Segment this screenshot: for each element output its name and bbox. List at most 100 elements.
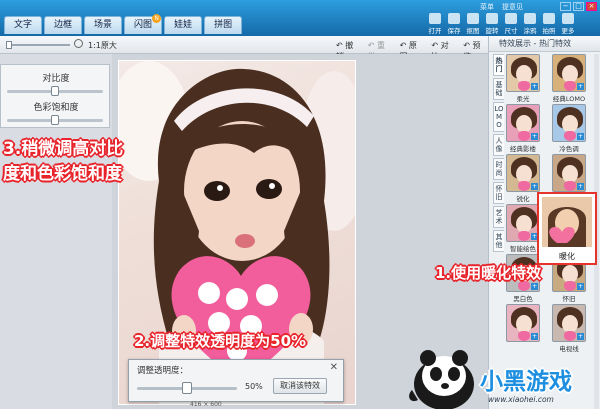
saturation-slider[interactable] — [7, 115, 103, 125]
effect-preview: + — [552, 104, 586, 142]
effect-label: 锐化 — [516, 195, 530, 203]
effect-category-tabs: 热门 基础 LOMO 人像 时尚 怀旧 艺术 其他 — [493, 54, 504, 254]
effect-label: 怀旧 — [562, 295, 576, 303]
effect-label: 柔光 — [516, 95, 530, 103]
effect-thumbnail[interactable]: + 柔光 — [506, 54, 540, 103]
top-links: 菜单 提意见 — [480, 2, 523, 12]
tool-0[interactable]: 打开 — [426, 13, 444, 35]
add-effect-icon[interactable]: + — [531, 133, 538, 140]
tab-2[interactable]: 场景 — [84, 16, 123, 34]
minimize-icon[interactable]: − — [560, 2, 571, 11]
tool-7[interactable]: 更多 — [559, 13, 577, 35]
category-tab-5[interactable]: 怀旧 — [493, 182, 504, 204]
tool-label: 旋转 — [485, 27, 499, 35]
tab-0[interactable]: 文字 — [4, 16, 43, 34]
effect-thumbnail[interactable]: + 锐化 — [506, 154, 540, 203]
annotation-step-3: 3.稍微调高对比度和色彩饱和度 — [3, 139, 124, 184]
camera-icon — [543, 13, 555, 24]
effect-preview: + — [506, 154, 540, 192]
effect-thumbnail[interactable]: + 经典LOMO — [552, 54, 586, 103]
add-effect-icon[interactable]: + — [577, 133, 584, 140]
more-icon — [562, 13, 574, 24]
logo-url: www.xiaohei.com — [488, 395, 554, 404]
tool-3[interactable]: 旋转 — [483, 13, 501, 35]
title-bar: 文字 边框 场景 闪图 N 娃娃 拼图 菜单 提意见 − □ × 打开 保存 抠图 旋转 尺寸 涂鸦拍… — [0, 0, 600, 36]
effect-preview: + — [552, 154, 586, 192]
category-tab-4[interactable]: 时尚 — [493, 158, 504, 180]
saturation-label: 色彩饱和度 — [33, 103, 79, 113]
dialog-close-icon[interactable]: ✕ — [330, 362, 338, 373]
warm-thumbnail-illustration — [548, 207, 586, 247]
contrast-slider-knob[interactable] — [51, 86, 59, 96]
add-effect-icon[interactable]: + — [531, 183, 538, 190]
effect-thumbnail[interactable]: + 经典影楼 — [506, 104, 540, 153]
tool-label: 抠图 — [466, 27, 480, 35]
tool-label: 打开 — [428, 27, 442, 35]
effect-thumbnail[interactable]: + — [552, 154, 586, 193]
tool-4[interactable]: 尺寸 — [502, 13, 520, 35]
tab-5[interactable]: 拼图 — [204, 16, 243, 34]
add-effect-icon[interactable]: + — [577, 83, 584, 90]
effect-preview: + — [552, 54, 586, 92]
logo-wordmark: 小黑游戏 — [480, 369, 572, 395]
zoom-slider[interactable] — [6, 41, 70, 49]
view-toolbar: 1:1原大 ↶ 撤销↶ 重做↶ 原图↶ 对比↶ 预览 — [0, 36, 488, 61]
effect-thumbnail[interactable]: + 智能绘色 — [506, 204, 540, 253]
transparency-slider-knob[interactable] — [182, 382, 192, 394]
effect-preview: + — [506, 104, 540, 142]
transparency-dialog: 调整透明度： ✕ 50% 取消该特效 — [128, 359, 344, 402]
add-effect-icon[interactable]: + — [577, 183, 584, 190]
transparency-label: 调整透明度： — [137, 366, 189, 376]
add-effect-icon[interactable]: + — [531, 83, 538, 90]
tool-5[interactable]: 涂鸦 — [521, 13, 539, 35]
tool-2[interactable]: 抠图 — [464, 13, 482, 35]
tab-label: 闪图 — [134, 20, 153, 30]
tool-label: 保存 — [447, 27, 461, 35]
cutout-icon — [467, 13, 479, 24]
category-tab-7[interactable]: 其他 — [493, 230, 504, 252]
compare-icon: ↶ — [431, 41, 441, 50]
tab-label: 文字 — [14, 20, 33, 30]
tool-1[interactable]: 保存 — [445, 13, 463, 35]
saturation-slider-knob[interactable] — [51, 115, 59, 125]
tab-1[interactable]: 边框 — [44, 16, 83, 34]
zoom-icon[interactable] — [74, 39, 83, 48]
effects-panel-header: 特效展示 - 热门特效 — [489, 36, 600, 52]
feedback-link[interactable]: 提意见 — [502, 2, 523, 12]
edited-photo[interactable] — [118, 60, 356, 405]
transparency-value: 50% — [245, 382, 263, 391]
tool-6[interactable]: 拍照 — [540, 13, 558, 35]
save-icon — [448, 13, 460, 24]
zoom-slider-knob[interactable] — [6, 41, 12, 49]
photo-illustration — [119, 61, 355, 404]
tab-4[interactable]: 娃娃 — [164, 16, 203, 34]
window-controls: − □ × — [560, 2, 597, 11]
new-badge: N — [152, 14, 162, 23]
effect-label: 冷色调 — [559, 145, 579, 153]
undo-icon: ↶ — [336, 41, 346, 50]
menu-link[interactable]: 菜单 — [480, 2, 494, 12]
category-tab-6[interactable]: 艺术 — [493, 206, 504, 228]
add-effect-icon[interactable]: + — [531, 283, 538, 290]
category-tab-1[interactable]: 基础 — [493, 78, 504, 100]
selected-effect-warm[interactable]: 暖化 — [537, 192, 597, 265]
add-effect-icon[interactable]: + — [577, 283, 584, 290]
tab-3[interactable]: 闪图 N — [124, 14, 163, 34]
cancel-effect-button[interactable]: 取消该特效 — [273, 378, 327, 394]
category-tab-3[interactable]: 人像 — [493, 134, 504, 156]
category-tab-0[interactable]: 热门 — [493, 54, 504, 76]
maximize-icon[interactable]: □ — [573, 2, 584, 11]
tool-label: 更多 — [561, 27, 575, 35]
effect-thumbnail[interactable]: + 冷色调 — [552, 104, 586, 153]
warm-effect-label: 暖化 — [559, 252, 575, 261]
effect-label: 黑白色 — [513, 295, 533, 303]
effect-label: 经典LOMO — [552, 95, 586, 103]
redo-icon: ↶ — [367, 41, 378, 50]
category-tab-2[interactable]: LOMO — [493, 102, 504, 132]
contrast-slider[interactable] — [7, 86, 103, 96]
close-icon[interactable]: × — [586, 2, 597, 11]
tab-strip: 文字 边框 场景 闪图 N 娃娃 拼图 — [4, 14, 243, 34]
tab-label: 边框 — [54, 20, 73, 30]
effect-preview: + — [506, 204, 540, 242]
zoom-original-size-button[interactable]: 1:1原大 — [88, 40, 117, 51]
